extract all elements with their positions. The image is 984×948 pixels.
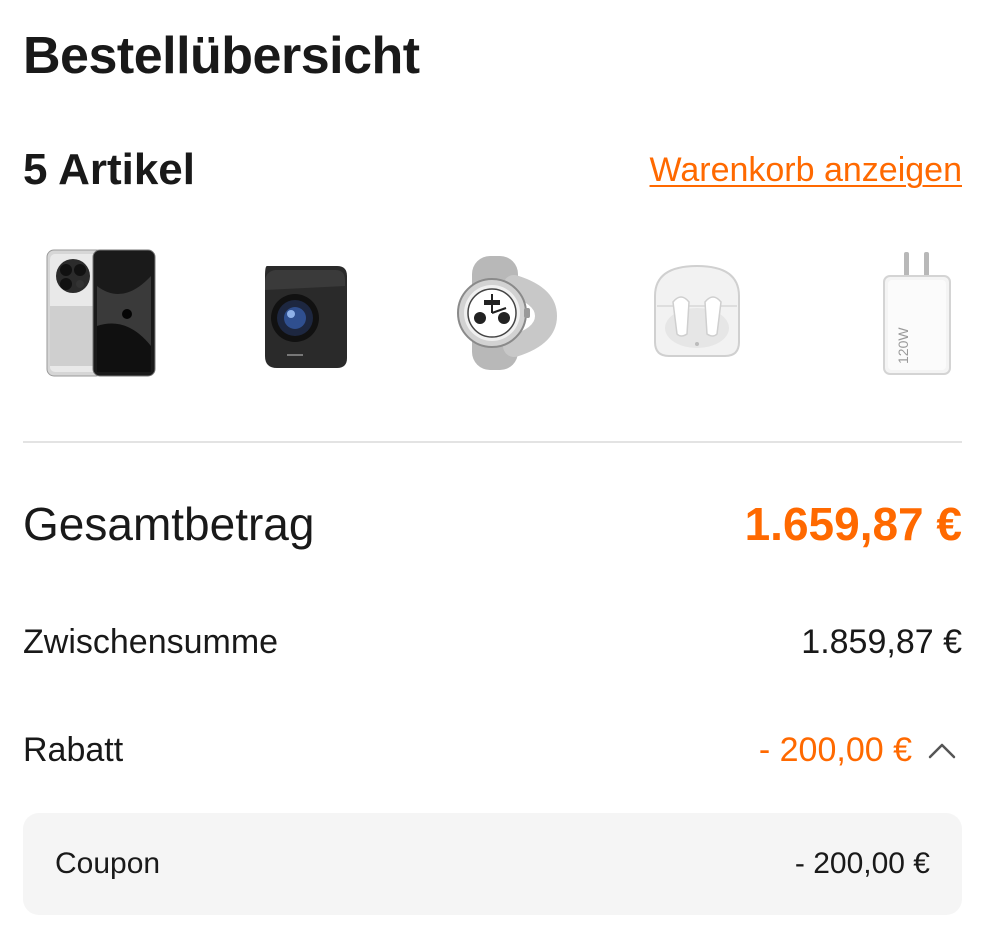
subtotal-value: 1.859,87 € [801, 623, 962, 661]
discount-value: - 200,00 € [758, 731, 912, 769]
subtotal-row: Zwischensumme 1.859,87 € [23, 617, 962, 667]
items-header: 5 Artikel Warenkorb anzeigen [23, 140, 962, 200]
projector-image [265, 266, 347, 368]
earbuds-image [654, 264, 740, 357]
coupon-value: - 200,00 € [794, 847, 930, 880]
smartwatch-image [457, 256, 558, 370]
item-count: 5 Artikel [23, 145, 196, 194]
total-row: Gesamtbetrag 1.659,87 € [23, 492, 962, 556]
discount-label: Rabatt [23, 731, 124, 769]
charger-badge: 120W [895, 327, 911, 364]
chevron-up-icon [928, 743, 956, 759]
product-thumbnail-charger[interactable]: 120W [828, 246, 962, 380]
total-value: 1.659,87 € [744, 498, 962, 550]
product-thumbnail-smartwatch[interactable] [426, 246, 560, 380]
product-thumbnail-earbuds[interactable] [627, 246, 761, 380]
charger-image: 120W [883, 252, 951, 375]
discount-toggle-button[interactable] [922, 731, 962, 771]
page-title: Bestellübersicht [23, 27, 420, 85]
coupon-label: Coupon [55, 847, 161, 880]
divider [23, 441, 962, 443]
total-label: Gesamtbetrag [23, 498, 315, 550]
product-thumbnails: 120W [23, 246, 962, 380]
smartphone-image [46, 249, 156, 377]
subtotal-label: Zwischensumme [23, 623, 279, 661]
product-thumbnail-projector[interactable] [225, 246, 359, 380]
view-cart-link[interactable]: Warenkorb anzeigen [650, 146, 962, 194]
discount-row[interactable]: Rabatt - 200,00 € [23, 725, 962, 775]
product-thumbnail-smartphone[interactable] [23, 246, 157, 380]
coupon-panel: Coupon - 200,00 € [23, 813, 962, 915]
